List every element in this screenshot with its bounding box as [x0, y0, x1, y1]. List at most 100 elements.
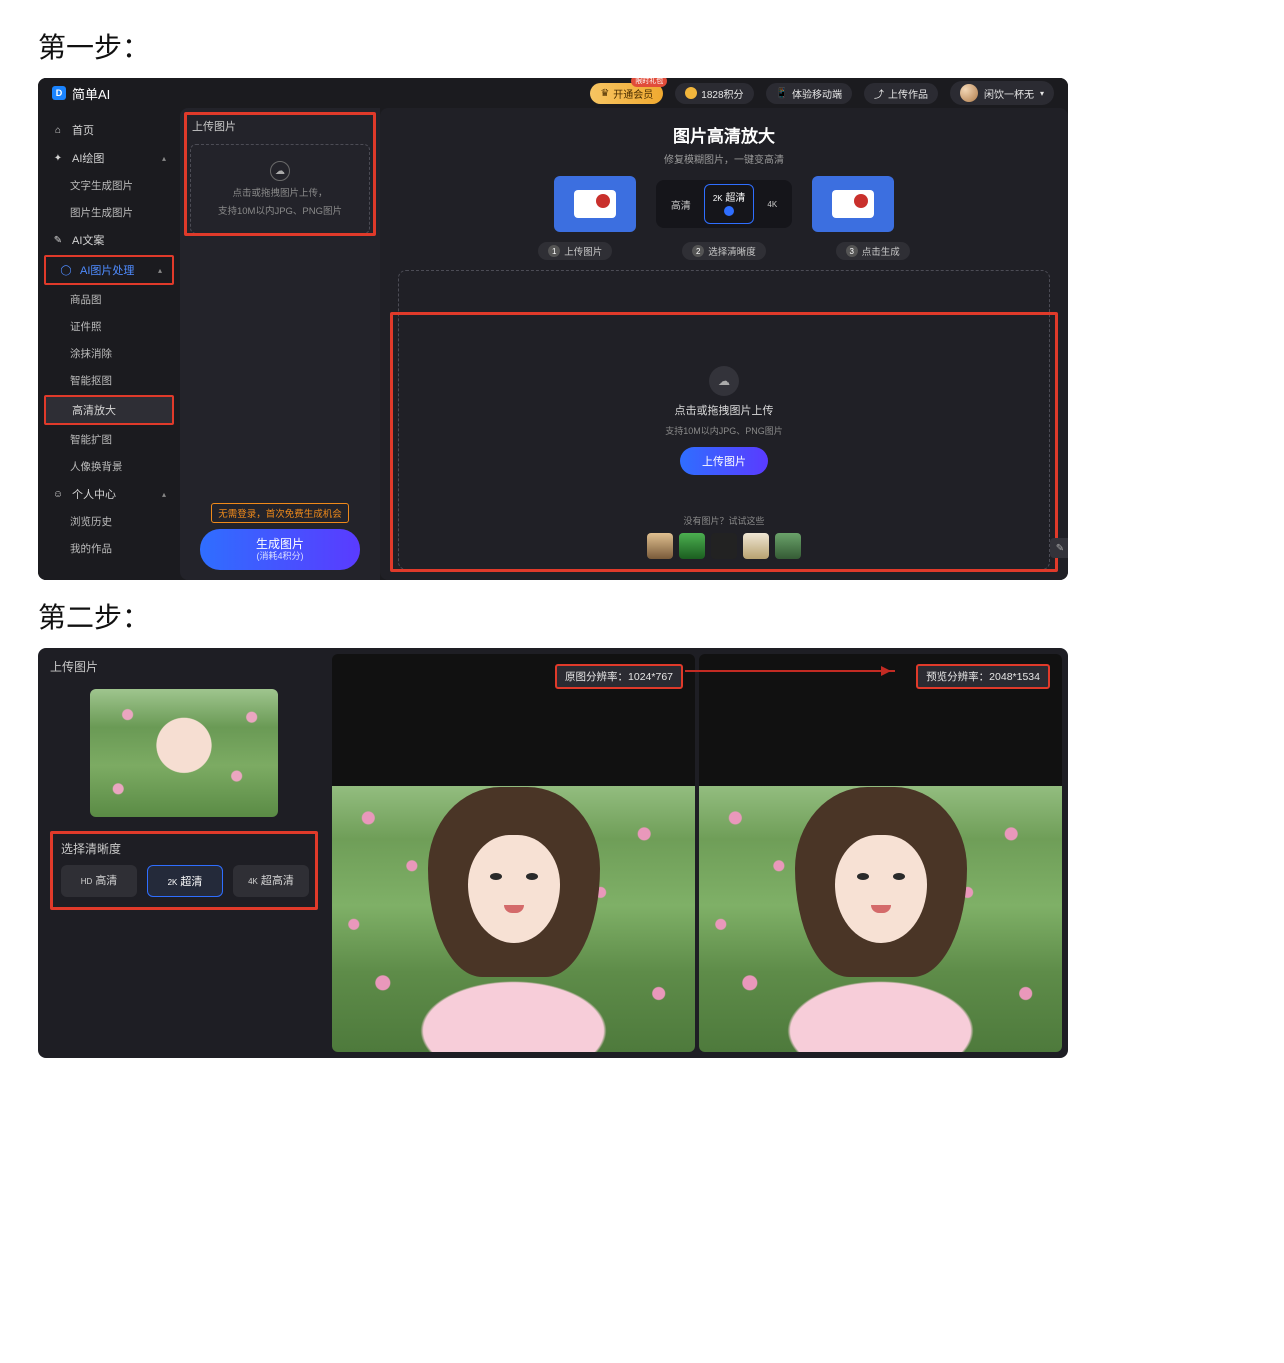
sidebar-item-history[interactable]: 浏览历史	[38, 508, 180, 535]
sidebar-label: 智能扩图	[70, 432, 112, 447]
preview-image-pane: 预览分辨率：2048*1534	[699, 654, 1062, 1052]
sample-after	[812, 176, 894, 232]
clarity-label: 超清	[180, 876, 202, 888]
step1-heading: 第一步：	[38, 26, 1274, 66]
app-name: 简单AI	[72, 84, 110, 103]
badge-2k-icon: 2K	[713, 194, 723, 203]
chevron-down-icon: ▾	[1040, 89, 1044, 98]
sidebar-label: AI文案	[72, 232, 104, 248]
cloud-upload-icon: ☁	[709, 366, 739, 396]
upload-panel: 上传图片 ☁ 点击或拖拽图片上传， 支持10M以内JPG、PNG图片 无需登录，…	[180, 108, 380, 580]
try-label: 没有图片？试试这些	[683, 514, 764, 527]
sample-thumb-3[interactable]	[711, 533, 737, 559]
uploaded-thumbnail[interactable]	[90, 689, 278, 817]
sidebar-item-aiimage[interactable]: ◯AI图片处理▴	[46, 257, 172, 283]
upload-panel-title: 上传图片	[192, 118, 370, 134]
sample-thumb-1[interactable]	[647, 533, 673, 559]
clarity-hd[interactable]: HD 高清	[61, 865, 137, 897]
sidebar-label: AI图片处理	[80, 262, 134, 278]
chevron-up-icon: ▴	[162, 490, 166, 499]
points-badge[interactable]: 1828积分	[675, 83, 753, 104]
sidebar-item-upscale[interactable]: 高清放大	[46, 397, 172, 423]
drop-line2: 支持10M以内JPG、PNG图片	[665, 424, 783, 437]
sidebar-item-bgswap[interactable]: 人像换背景	[38, 453, 180, 480]
sidebar-label: 证件照	[70, 319, 102, 334]
generate-cost: (消耗4积分)	[200, 551, 360, 562]
main-panel: 图片高清放大 修复模糊图片，一键变高清 高清 2K 超清 4K 1上传图片 2选…	[380, 108, 1068, 580]
sidebar-item-aitext[interactable]: ✎ AI文案	[38, 226, 180, 254]
sample-thumb-2[interactable]	[679, 533, 705, 559]
crown-icon: ♛	[600, 88, 609, 99]
clarity-uhd[interactable]: 2K 超清	[147, 865, 223, 897]
coin-icon	[685, 87, 697, 99]
clarity-label: 超高清	[261, 875, 294, 887]
app-logo[interactable]: D 简单AI	[52, 84, 110, 103]
sidebar-item-personal[interactable]: ☺个人中心▴	[38, 480, 180, 508]
clarity-xuhd[interactable]: 4K 超高清	[233, 865, 309, 897]
points-value: 1828积分	[701, 86, 743, 101]
sample-thumb-4[interactable]	[743, 533, 769, 559]
sidebar-item-erase[interactable]: 涂抹消除	[38, 340, 180, 367]
feedback-icon[interactable]: ✎	[1050, 538, 1068, 558]
step2-heading: 第二步：	[38, 596, 1274, 636]
sidebar-label: 商品图	[70, 292, 102, 307]
promo-link[interactable]: 无需登录，首次免费生成机会	[211, 503, 349, 523]
sidebar-item-home[interactable]: ⌂ 首页	[38, 116, 180, 144]
home-icon: ⌂	[52, 124, 64, 136]
steps-row: 1上传图片 2选择清晰度 3点击生成	[398, 242, 1050, 260]
sidebar-label: AI绘图	[72, 150, 104, 166]
step2-left-panel: 上传图片 选择清晰度 HD 高清 2K 超清 4K 超高清	[38, 648, 330, 1058]
upload-works-button[interactable]: ⤴ 上传作品	[864, 83, 938, 104]
sidebar-item-myworks[interactable]: 我的作品	[38, 535, 180, 562]
user-menu[interactable]: 闲饮一杯无 ▾	[950, 81, 1054, 105]
mode-label: 超清	[725, 193, 745, 204]
upload-icon: ⤴	[874, 86, 884, 101]
upload-hint-line1: 点击或拖拽图片上传，	[232, 185, 327, 199]
step-pill-1: 1上传图片	[538, 242, 612, 260]
sample-thumb-5[interactable]	[775, 533, 801, 559]
app-step1: D 简单AI ♛ 开通会员 1828积分 📱 体验移动端 ⤴ 上传作品 闲饮一杯…	[38, 78, 1068, 580]
mode-selector: 高清 2K 超清 4K	[656, 180, 792, 228]
sidebar-label: 浏览历史	[70, 514, 112, 529]
hd-icon: HD	[81, 877, 93, 886]
original-image	[332, 786, 695, 1052]
logo-icon: D	[52, 86, 66, 100]
sidebar-item-aidraw[interactable]: ✦AI绘图▴	[38, 144, 180, 172]
upload-button[interactable]: 上传图片	[680, 447, 768, 475]
vip-button[interactable]: ♛ 开通会员	[590, 83, 663, 104]
sparkle-icon: ✦	[52, 152, 64, 164]
step-label: 选择清晰度	[708, 244, 756, 258]
sidebar-label: 智能抠图	[70, 373, 112, 388]
drop-line1: 点击或拖拽图片上传	[675, 402, 774, 418]
sidebar-label: 文字生成图片	[70, 178, 133, 193]
mode-uhd[interactable]: 2K 超清	[704, 184, 755, 224]
sidebar-item-text2img[interactable]: 文字生成图片	[38, 172, 180, 199]
sidebar-item-matting[interactable]: 智能抠图	[38, 367, 180, 394]
sidebar-label: 图片生成图片	[70, 205, 133, 220]
mobile-label: 体验移动端	[792, 86, 842, 101]
page-subtitle: 修复模糊图片，一键变高清	[398, 151, 1050, 166]
mode-hd[interactable]: 高清	[662, 192, 700, 217]
upload-hint-line2: 支持10M以内JPG、PNG图片	[218, 203, 342, 217]
text-icon: ✎	[52, 234, 64, 246]
sample-before	[554, 176, 636, 232]
step-pill-3: 3点击生成	[836, 242, 910, 260]
image-proc-icon: ◯	[60, 264, 72, 276]
badge-2k-icon: 2K	[168, 878, 178, 887]
mode-4k[interactable]: 4K	[758, 195, 786, 214]
sidebar-label: 首页	[72, 122, 94, 138]
step-pill-2: 2选择清晰度	[682, 242, 766, 260]
phone-icon: 📱	[776, 88, 788, 99]
arrow-icon	[685, 670, 895, 672]
sidebar-item-expand[interactable]: 智能扩图	[38, 426, 180, 453]
sidebar-item-img2img[interactable]: 图片生成图片	[38, 199, 180, 226]
step-label: 点击生成	[862, 244, 900, 258]
generate-button[interactable]: 生成图片 (消耗4积分)	[200, 529, 360, 570]
sidebar-item-idphoto[interactable]: 证件照	[38, 313, 180, 340]
upload-big-dropzone[interactable]: ☁ 点击或拖拽图片上传 支持10M以内JPG、PNG图片 上传图片 没有图片？试…	[398, 270, 1050, 570]
upload-small-dropzone[interactable]: ☁ 点击或拖拽图片上传， 支持10M以内JPG、PNG图片	[190, 144, 370, 234]
sidebar-item-product[interactable]: 商品图	[38, 286, 180, 313]
mobile-button[interactable]: 📱 体验移动端	[766, 83, 852, 104]
sidebar-label: 个人中心	[72, 486, 116, 502]
try-samples: 没有图片？试试这些	[399, 514, 1049, 559]
